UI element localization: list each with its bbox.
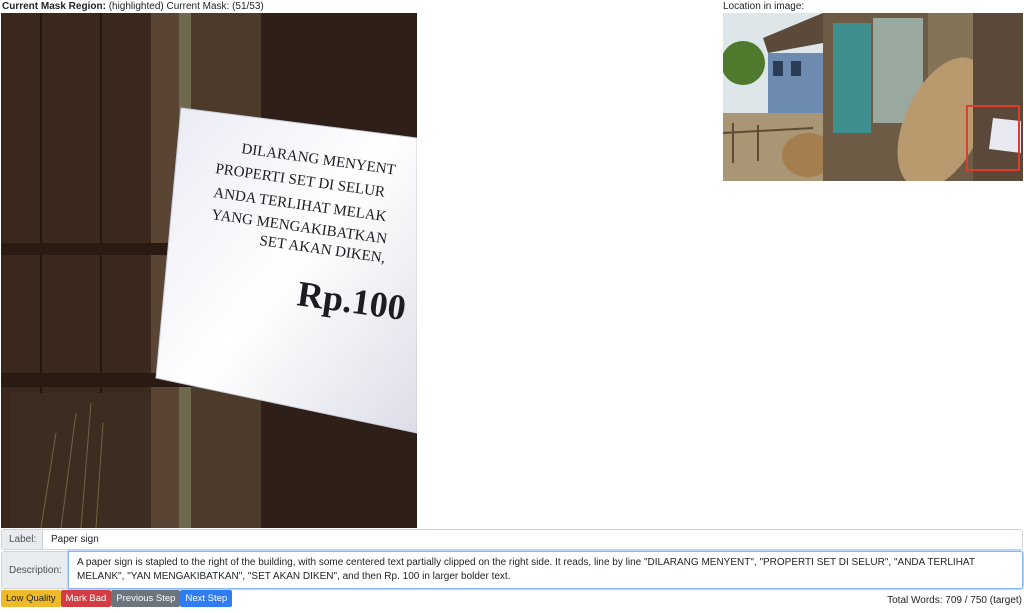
- mask-crop-image: DILARANG MENYENT PROPERTI SET DI SELUR A…: [1, 13, 417, 528]
- previous-step-button[interactable]: Previous Step: [111, 590, 181, 607]
- description-addon: Description:: [1, 551, 68, 589]
- location-thumbnail: [723, 13, 1023, 181]
- label-addon: Label:: [1, 529, 42, 550]
- mark-bad-button[interactable]: Mark Bad: [60, 590, 112, 607]
- next-step-button[interactable]: Next Step: [180, 590, 233, 607]
- total-words-counter: Total Words: 709 / 750 (target): [887, 595, 1022, 606]
- label-input[interactable]: Paper sign: [42, 529, 1023, 550]
- action-buttons: Low Quality Mark Bad Previous Step Next …: [1, 590, 233, 607]
- region-note: (highlighted) Current Mask: (51/53): [108, 1, 264, 12]
- description-input-group: Description: A paper sign is stapled to …: [1, 551, 1023, 589]
- low-quality-button[interactable]: Low Quality: [1, 590, 61, 607]
- description-textarea[interactable]: A paper sign is stapled to the right of …: [68, 551, 1023, 589]
- region-label: Current Mask Region:: [2, 1, 106, 12]
- location-highlight-box: [966, 105, 1020, 171]
- location-label: Location in image:: [723, 1, 805, 12]
- mask-region-header: Current Mask Region: (highlighted) Curre…: [2, 0, 264, 13]
- label-input-group: Label: Paper sign: [1, 529, 1023, 550]
